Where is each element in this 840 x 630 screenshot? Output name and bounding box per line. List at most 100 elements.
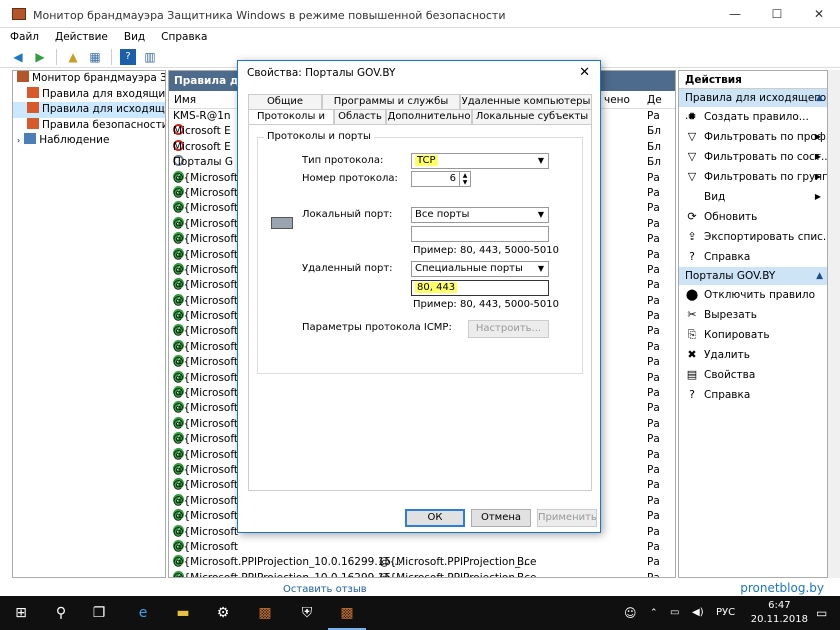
clock[interactable]: 6:47 20.11.2018 bbox=[751, 599, 808, 627]
remote-port-example: Пример: 80, 443, 5000-5010 bbox=[413, 299, 559, 310]
collapse-icon[interactable]: ▲ bbox=[816, 267, 823, 285]
notification-icon[interactable]: ▭ bbox=[816, 596, 827, 630]
actions-section-outbound[interactable]: Правила для исходящего ... ▲ bbox=[679, 89, 827, 122]
network-icon[interactable]: ▭ bbox=[670, 596, 679, 630]
table-row[interactable]: ✓ @{Microsoft.PPIProjection_10.0.16299.15… bbox=[169, 570, 675, 578]
rule-action: Ра bbox=[647, 463, 660, 476]
tab-advanced[interactable]: Дополнительно bbox=[386, 109, 472, 124]
apply-button[interactable]: Применить bbox=[537, 509, 597, 527]
menu-bar: Файл Действие Вид Справка bbox=[0, 28, 840, 46]
rule-action: Ра bbox=[647, 171, 660, 184]
outbound-rules-icon bbox=[27, 102, 39, 113]
menu-file[interactable]: Файл bbox=[10, 28, 39, 46]
protocol-type-select[interactable]: TCP ▼ bbox=[411, 153, 549, 169]
rule-action: Ра bbox=[647, 217, 660, 230]
volume-icon[interactable]: ◀) bbox=[692, 596, 704, 630]
tree-item-monitoring[interactable]: › Наблюдение bbox=[13, 133, 165, 149]
actions-header: Действия bbox=[679, 71, 827, 89]
action-item[interactable]: ⟳ Обновить bbox=[679, 207, 827, 227]
action-item[interactable]: ⬤ Отключить правило bbox=[679, 285, 827, 305]
tray-chevron-icon[interactable]: ⌃ bbox=[650, 596, 658, 630]
group-label: Протоколы и порты bbox=[264, 131, 374, 142]
menu-view[interactable]: Вид bbox=[124, 28, 145, 46]
action-icon: ⇪ bbox=[687, 230, 697, 243]
tab-programs-services[interactable]: Программы и службы bbox=[322, 94, 460, 109]
protocol-number-stepper[interactable]: 6 ▲ ▼ bbox=[411, 171, 471, 187]
icmp-customize-button[interactable]: Настроить... bbox=[468, 320, 549, 338]
file-explorer-icon[interactable]: ▬ bbox=[164, 596, 202, 630]
people-icon[interactable]: ☺ bbox=[624, 596, 637, 630]
search-icon[interactable]: ⚲ bbox=[42, 596, 80, 630]
action-item[interactable]: ▤ Свойства bbox=[679, 365, 827, 385]
collapse-icon[interactable]: ▲ bbox=[816, 89, 823, 107]
rule-action: Ра bbox=[647, 571, 660, 578]
rule-action: Ра bbox=[647, 340, 660, 353]
tree-root[interactable]: Монитор брандмауэра Защит bbox=[13, 71, 165, 87]
local-port-select[interactable]: Все порты ▼ bbox=[411, 207, 549, 223]
tree-item-connection-security[interactable]: Правила безопасности по, bbox=[13, 117, 165, 134]
up-folder-icon[interactable]: ▲ bbox=[65, 49, 81, 65]
tab-scope[interactable]: Область bbox=[334, 109, 386, 124]
minimize-button[interactable]: — bbox=[714, 0, 756, 28]
action-item[interactable]: Вид ▶ bbox=[679, 187, 827, 207]
action-item[interactable]: ⎘ Копировать bbox=[679, 325, 827, 345]
rule-action: Ра bbox=[647, 433, 660, 446]
column-action[interactable]: Де bbox=[647, 94, 662, 106]
action-item[interactable]: ▽ Фильтровать по группе ▶ bbox=[679, 167, 827, 187]
remote-port-select[interactable]: Специальные порты ▼ bbox=[411, 261, 549, 277]
defender-icon[interactable]: ⛨ bbox=[288, 596, 326, 630]
action-item[interactable]: ▽ Фильтровать по сост... ▶ bbox=[679, 147, 827, 167]
ok-button[interactable]: ОК bbox=[405, 509, 465, 527]
cancel-button[interactable]: Отмена bbox=[471, 509, 531, 527]
rule-action: Бл bbox=[647, 156, 661, 169]
action-label: Фильтровать по сост... bbox=[704, 151, 828, 163]
tab-remote-computers[interactable]: Удаленные компьютеры bbox=[460, 94, 592, 109]
input-language[interactable]: РУС bbox=[716, 596, 735, 630]
rule-action: Ра bbox=[647, 110, 660, 122]
help-icon[interactable]: ? bbox=[120, 48, 136, 65]
chevron-down-icon: ▼ bbox=[537, 210, 544, 219]
settings-icon[interactable]: ⚙ bbox=[204, 596, 242, 630]
table-row[interactable]: ✓ @{Microsoft Ра bbox=[169, 539, 675, 555]
forward-arrow-icon[interactable]: ▶ bbox=[32, 49, 48, 65]
monitoring-icon bbox=[24, 133, 37, 144]
tree-item-inbound[interactable]: Правила для входящих по bbox=[13, 86, 165, 103]
firewall-taskbar-icon[interactable]: ▩ bbox=[246, 596, 284, 630]
action-pane-icon[interactable]: ▥ bbox=[142, 49, 158, 65]
menu-action[interactable]: Действие bbox=[55, 28, 108, 46]
feedback-link[interactable]: Оставить отзыв bbox=[283, 584, 367, 595]
action-item[interactable]: ⇪ Экспортировать спис... bbox=[679, 227, 827, 247]
action-item[interactable]: ? Справка bbox=[679, 247, 827, 267]
show-hide-tree-icon[interactable]: ▦ bbox=[87, 49, 103, 65]
tree-item-outbound[interactable]: Правила для исходящего п bbox=[13, 102, 165, 118]
column-enabled[interactable]: чено bbox=[604, 94, 630, 106]
menu-help[interactable]: Справка bbox=[161, 28, 207, 46]
action-item[interactable]: ✹ Создать правило... bbox=[679, 107, 827, 127]
spin-arrows-icon[interactable]: ▲ ▼ bbox=[459, 172, 470, 186]
dialog-close-icon[interactable]: ✕ bbox=[579, 61, 590, 85]
tab-local-principals[interactable]: Локальные субъекты bbox=[472, 109, 592, 124]
table-row[interactable]: ✓ @{Microsoft.PPIProjection_10.0.16299.15… bbox=[169, 555, 675, 570]
action-item[interactable]: ✖ Удалить bbox=[679, 345, 827, 365]
rule-profile: Все bbox=[517, 556, 537, 569]
action-item[interactable]: ✂ Вырезать bbox=[679, 305, 827, 325]
action-item[interactable]: ? Справка bbox=[679, 385, 827, 405]
maximize-button[interactable]: ☐ bbox=[756, 0, 798, 28]
rule-action: Ра bbox=[647, 556, 660, 569]
expand-chevron-icon[interactable]: › bbox=[17, 136, 20, 145]
back-arrow-icon[interactable]: ◀ bbox=[10, 49, 26, 65]
tab-protocols-ports[interactable]: Протоколы и порты bbox=[248, 109, 334, 136]
submenu-arrow-icon: ▶ bbox=[814, 172, 821, 181]
remote-port-input[interactable]: 80, 443 bbox=[411, 280, 549, 296]
firewall-monitor-taskbar-icon[interactable]: ▩ bbox=[328, 596, 366, 630]
local-port-input[interactable] bbox=[411, 226, 549, 242]
action-item[interactable]: ▽ Фильтровать по проф... ▶ bbox=[679, 127, 827, 147]
start-icon[interactable]: ⊞ bbox=[2, 596, 40, 630]
edge-icon[interactable]: e bbox=[124, 596, 162, 630]
column-name[interactable]: Имя bbox=[174, 94, 196, 106]
tab-general[interactable]: Общие bbox=[248, 94, 322, 109]
action-label: Копировать bbox=[704, 329, 770, 341]
task-view-icon[interactable]: ❐ bbox=[80, 596, 118, 630]
close-button[interactable]: ✕ bbox=[798, 0, 840, 28]
actions-section-rule[interactable]: Порталы GOV.BY ▲ bbox=[679, 267, 827, 285]
